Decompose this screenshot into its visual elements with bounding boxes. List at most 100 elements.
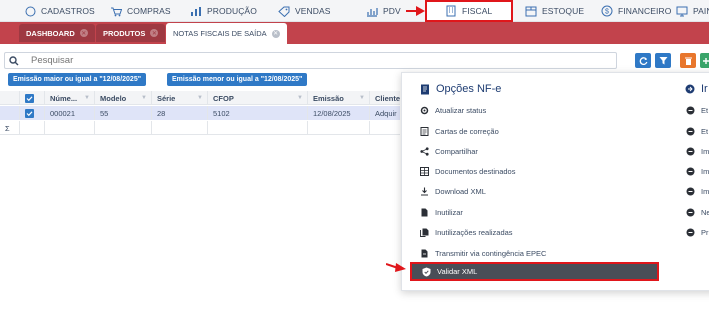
right-option[interactable]: Et bbox=[685, 124, 708, 138]
add-button[interactable] bbox=[700, 53, 709, 68]
panel-title: Opções NF-e bbox=[420, 83, 501, 95]
filter-chip-emissao-max[interactable]: Emissão menor ou igual a "12/08/2025" bbox=[167, 73, 308, 86]
column-header-cliente[interactable]: Cliente bbox=[370, 91, 402, 105]
tab-label: PRODUTOS bbox=[103, 28, 146, 38]
delete-button[interactable] bbox=[680, 53, 696, 68]
menu-label: PRODUÇÃO bbox=[207, 6, 257, 16]
circle-arrow-icon bbox=[685, 84, 695, 94]
menu-label: VENDAS bbox=[295, 6, 331, 16]
svg-text:$: $ bbox=[605, 9, 609, 16]
chip-label: Emissão menor ou igual a "12/08/2025" bbox=[172, 76, 303, 83]
menu-label: FINANCEIRO bbox=[618, 6, 672, 16]
cell-emissao: 12/08/2025 bbox=[308, 106, 370, 120]
monitor-icon bbox=[676, 5, 688, 17]
close-icon[interactable]: ✕ bbox=[79, 29, 88, 37]
close-icon[interactable]: ✕ bbox=[271, 29, 280, 38]
tab-bar: DASHBOARD ✕ PRODUTOS ✕ NOTAS FISCAIS DE … bbox=[0, 22, 709, 44]
building-icon bbox=[445, 5, 457, 17]
circle-arrow-icon bbox=[685, 207, 695, 217]
cell-cliente: Adquir bbox=[370, 106, 402, 120]
annotation-arrow-fiscal bbox=[406, 6, 425, 16]
column-header-cfop[interactable]: CFOP ▼ bbox=[208, 91, 308, 105]
right-option[interactable]: Ne bbox=[685, 205, 709, 219]
row-checkbox[interactable] bbox=[25, 108, 34, 118]
menu-producao[interactable]: PRODUÇÃO bbox=[190, 0, 257, 22]
cart-icon bbox=[110, 5, 122, 17]
option-inutilizacoes-realizadas[interactable]: Inutilizações realizadas bbox=[419, 225, 513, 239]
menu-fiscal[interactable]: FISCAL bbox=[425, 0, 513, 22]
funnel-icon[interactable]: ▼ bbox=[197, 95, 203, 101]
menu-label: ESTOQUE bbox=[542, 6, 585, 16]
refresh-gear-icon bbox=[419, 105, 429, 115]
circle-arrow-icon bbox=[685, 126, 695, 136]
menu-compras[interactable]: COMPRAS bbox=[110, 0, 171, 22]
top-menu: CADASTROS COMPRAS PRODUÇÃO VENDAS PDV FI… bbox=[0, 0, 709, 22]
annotation-arrow-validar bbox=[386, 263, 406, 272]
right-option[interactable]: Pr bbox=[685, 225, 709, 239]
tab-label: DASHBOARD bbox=[26, 28, 75, 38]
menu-label: CADASTROS bbox=[41, 6, 95, 16]
bar-chart-icon bbox=[190, 5, 202, 17]
close-icon[interactable]: ✕ bbox=[150, 29, 159, 37]
menu-label: PDV bbox=[383, 6, 401, 16]
select-all-checkbox[interactable] bbox=[25, 93, 34, 103]
header-spacer bbox=[0, 91, 20, 105]
menu-pdv[interactable]: PDV bbox=[366, 0, 401, 22]
summary-row: Σ bbox=[0, 121, 402, 135]
option-documentos-destinados[interactable]: Documentos destinados bbox=[419, 164, 515, 178]
circle-arrow-icon bbox=[685, 166, 695, 176]
refresh-button[interactable] bbox=[635, 53, 651, 68]
document-list-icon bbox=[419, 126, 429, 136]
menu-cadastros[interactable]: CADASTROS bbox=[24, 0, 95, 22]
filter-chip-emissao-min[interactable]: Emissão maior ou igual a "12/08/2025" bbox=[8, 73, 147, 86]
option-validar-xml[interactable]: Validar XML bbox=[410, 262, 659, 281]
column-header-emissao[interactable]: Emissão ▼ bbox=[308, 91, 370, 105]
chart-icon bbox=[366, 5, 378, 17]
files-icon bbox=[419, 227, 429, 237]
menu-financeiro[interactable]: $ FINANCEIRO bbox=[601, 0, 671, 22]
funnel-icon[interactable]: ▼ bbox=[297, 95, 303, 101]
menu-vendas[interactable]: VENDAS bbox=[278, 0, 331, 22]
search-input[interactable] bbox=[23, 55, 583, 66]
menu-paineis[interactable]: PAINÉ bbox=[676, 0, 709, 22]
chip-label: Emissão maior ou igual a "12/08/2025" bbox=[13, 76, 142, 83]
column-header-modelo[interactable]: Modelo ▼ bbox=[95, 91, 152, 105]
share-icon bbox=[419, 146, 429, 156]
option-compartilhar[interactable]: Compartilhar bbox=[419, 144, 478, 158]
column-header-serie[interactable]: Série ▼ bbox=[152, 91, 208, 105]
panel-right-title: Ir bbox=[685, 83, 708, 95]
cell-numero: 000021 bbox=[45, 106, 95, 120]
option-download-xml[interactable]: Download XML bbox=[419, 184, 486, 198]
funnel-icon[interactable]: ▼ bbox=[84, 95, 90, 101]
tab-dashboard[interactable]: DASHBOARD ✕ bbox=[19, 24, 95, 42]
funnel-icon[interactable]: ▼ bbox=[359, 95, 365, 101]
cell-modelo: 55 bbox=[95, 106, 152, 120]
row-checkbox-cell bbox=[20, 106, 45, 120]
option-transmitir-epec[interactable]: Transmitir via contingência EPEC bbox=[419, 246, 546, 260]
tab-produtos[interactable]: PRODUTOS ✕ bbox=[96, 24, 166, 42]
filter-button[interactable] bbox=[655, 53, 671, 68]
menu-label: COMPRAS bbox=[127, 6, 171, 16]
funnel-icon[interactable]: ▼ bbox=[141, 95, 147, 101]
table-icon bbox=[419, 166, 429, 176]
tab-notas-fiscais-saida[interactable]: NOTAS FISCAIS DE SAÍDA ✕ bbox=[166, 23, 287, 44]
tab-label: NOTAS FISCAIS DE SAÍDA bbox=[173, 29, 267, 38]
menu-label: PAINÉ bbox=[693, 6, 709, 16]
right-option[interactable]: Im bbox=[685, 144, 709, 158]
right-option[interactable]: Im bbox=[685, 164, 709, 178]
cell-serie: 28 bbox=[152, 106, 208, 120]
sum-icon: Σ bbox=[0, 121, 20, 135]
filter-icon bbox=[659, 52, 668, 70]
circle-icon bbox=[24, 5, 36, 17]
circle-arrow-icon bbox=[685, 146, 695, 156]
menu-estoque[interactable]: ESTOQUE bbox=[525, 0, 584, 22]
table-row[interactable]: 000021 55 28 5102 12/08/2025 Adquir bbox=[0, 106, 402, 120]
right-option[interactable]: Et bbox=[685, 103, 708, 117]
option-inutilizar[interactable]: Inutilizar bbox=[419, 205, 463, 219]
column-header-numero[interactable]: Núme... ▼ bbox=[45, 91, 95, 105]
option-cartas-correcao[interactable]: Cartas de correção bbox=[419, 124, 499, 138]
circle-arrow-icon bbox=[685, 105, 695, 115]
option-atualizar-status[interactable]: Atualizar status bbox=[419, 103, 486, 117]
row-spacer bbox=[0, 106, 20, 120]
right-option[interactable]: Im bbox=[685, 184, 709, 198]
